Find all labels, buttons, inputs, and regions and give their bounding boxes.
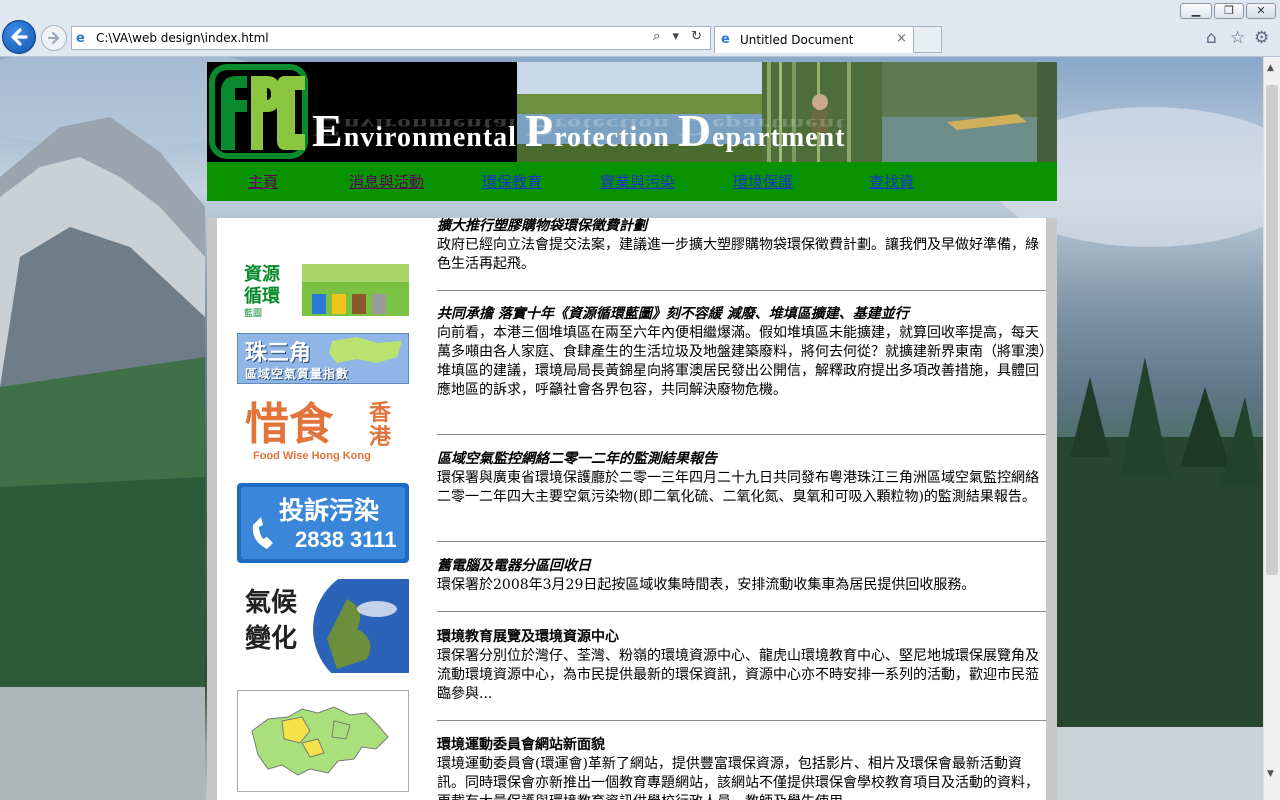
reflect-word-2: rotection xyxy=(554,115,678,133)
browser-chrome: ▁ ❐ ✕ e C:\VA\web design\index.html ⌕ ▾ … xyxy=(0,0,1280,57)
foodwise-en: Food Wise Hong Kong xyxy=(253,450,371,462)
site-banner: Environmental Protection Department Envi… xyxy=(207,62,1057,162)
divider xyxy=(437,541,1046,542)
recycle-sub: 藍圖 xyxy=(244,309,263,318)
foodwise-cn2: 香港 xyxy=(369,401,392,450)
complaint-phone: 2838 3111 xyxy=(295,527,397,552)
divider xyxy=(437,290,1046,291)
news-item: 環境教育展覽及環境資源中心 環保署分別位於灣仔、荃灣、粉嶺的環境資源中心、龍虎山… xyxy=(437,629,1046,704)
sidebar-banner-complaint-hotline[interactable]: 投訴污染 2838 3111 xyxy=(237,483,409,563)
gear-icon[interactable]: ⚙ xyxy=(1254,28,1269,48)
ie-page-icon: e xyxy=(76,31,85,46)
foodwise-cn: 惜食 xyxy=(245,400,333,450)
back-button[interactable] xyxy=(2,20,36,54)
news-body: 向前看，本港三個堆填區在兩至六年內便相繼爆滿。假如堆填區未能擴建，就算回收率提高… xyxy=(437,325,1046,398)
news-item: 擴大推行塑膠購物袋環保徵費計劃 政府已經向立法會提交法案，建議進一步擴大塑膠購物… xyxy=(437,218,1046,274)
favorites-star-icon[interactable]: ☆ xyxy=(1230,28,1245,48)
news-body: 環境運動委員會(環運會)革新了網站，提供豐富環保資源，包括影片、相片及環保會最新… xyxy=(437,756,1039,800)
reflect-letter-p: P xyxy=(524,113,555,142)
nav-news-events[interactable]: 消息與活動 xyxy=(349,171,424,192)
nav-search[interactable]: 查找資 xyxy=(869,171,914,192)
news-item: 環境運動委員會網站新面貌 環境運動委員會(環運會)革新了網站，提供豐富環保資源，… xyxy=(437,737,1046,800)
scroll-thumb[interactable] xyxy=(1266,85,1278,575)
banner-title-reflection: Environmental Protection Department xyxy=(312,113,846,142)
complaint-text: 投訴污染 xyxy=(279,496,380,525)
news-body: 環保署於2008年3月29日起按區域收集時間表，安排流動收集車為居民提供回收服務… xyxy=(437,577,976,593)
news-title[interactable]: 環境運動委員會網站新面貌 xyxy=(437,737,1046,754)
back-arrow-icon xyxy=(11,28,28,46)
forward-arrow-icon xyxy=(48,32,59,44)
minimize-button[interactable]: ▁ xyxy=(1180,3,1212,19)
news-body: 政府已經向立法會提交法案，建議進一步擴大塑膠購物袋環保徵費計劃。讓我們及早做好準… xyxy=(437,237,1039,272)
forward-button[interactable] xyxy=(41,25,67,51)
nav-home[interactable]: 主頁 xyxy=(248,171,278,192)
tab-close-icon[interactable]: × xyxy=(896,31,907,46)
scroll-down-icon[interactable]: ▼ xyxy=(1267,769,1274,779)
news-body: 環保署與廣東省環境保護廳於二零一三年四月二十九日共同發布粵港珠江三角洲區域空氣監… xyxy=(437,470,1039,505)
address-url[interactable]: C:\VA\web design\index.html xyxy=(96,31,269,45)
sidebar-banner-prd-air-index[interactable]: 珠三角 區域空氣質量指數 xyxy=(237,333,409,384)
address-tools[interactable]: ⌕ ▾ ↻ xyxy=(653,29,706,44)
browser-tab[interactable]: e Untitled Document × xyxy=(714,26,914,53)
reflect-letter-d: D xyxy=(677,113,713,142)
content-panel: 資源 循環 藍圖 珠三角 區域空氣質量指數 惜食 香港 Food Wise Ho… xyxy=(217,218,1046,800)
news-title[interactable]: 區域空氣監控網絡二零一二年的監測結果報告 xyxy=(437,451,1046,468)
sidebar-banner-climate-change[interactable]: 氣候 變化 xyxy=(237,579,409,673)
nav-education[interactable]: 環保教育 xyxy=(482,171,542,192)
prd-text: 珠三角 xyxy=(245,341,312,366)
news-title[interactable]: 環境教育展覽及環境資源中心 xyxy=(437,629,1046,646)
close-window-button[interactable]: ✕ xyxy=(1246,3,1276,19)
news-item: 共同承擔 落實十年《資源循環藍圖》刻不容緩 減廢、堆填區擴建、基建並行 向前看，… xyxy=(437,306,1046,400)
news-title[interactable]: 共同承擔 落實十年《資源循環藍圖》刻不容緩 減廢、堆填區擴建、基建並行 xyxy=(437,306,1046,323)
sidebar-banner-resource-blueprint[interactable]: 資源 循環 藍圖 xyxy=(242,262,412,318)
news-body: 環保署分別位於灣仔、荃灣、粉嶺的環境資源中心、龍虎山環境教育中心、堅尼地城環保展… xyxy=(437,648,1039,702)
home-icon[interactable]: ⌂ xyxy=(1206,28,1217,48)
divider xyxy=(437,720,1046,721)
epd-logo xyxy=(209,64,308,159)
nav-environment-protection[interactable]: 環境保護 xyxy=(733,171,793,192)
news-title[interactable]: 舊電腦及電器分區回收日 xyxy=(437,558,1046,575)
reflect-word-1: nvironmental xyxy=(343,115,525,133)
news-title[interactable]: 擴大推行塑膠購物袋環保徵費計劃 xyxy=(437,218,1046,235)
new-tab-button[interactable] xyxy=(914,26,942,53)
recycle-text: 資源 循環 xyxy=(244,264,280,307)
vertical-scrollbar[interactable]: ▲ ▼ xyxy=(1263,57,1280,800)
reflect-letter-e: E xyxy=(312,113,344,142)
restore-button[interactable]: ❐ xyxy=(1214,3,1244,19)
scroll-up-icon[interactable]: ▲ xyxy=(1267,63,1274,73)
divider xyxy=(437,434,1046,435)
content-area: 資源 循環 藍圖 珠三角 區域空氣質量指數 惜食 香港 Food Wise Ho… xyxy=(207,218,1057,800)
sidebar-banner-food-wise[interactable]: 惜食 香港 Food Wise Hong Kong xyxy=(237,400,409,466)
climate-text: 氣候 變化 xyxy=(245,588,298,654)
prd-sub: 區域空氣質量指數 xyxy=(245,367,350,381)
tab-title: Untitled Document xyxy=(740,33,854,47)
divider xyxy=(437,611,1046,612)
news-item: 舊電腦及電器分區回收日 環保署於2008年3月29日起按區域收集時間表，安排流動… xyxy=(437,558,1046,595)
main-nav: 主頁 消息與活動 環保教育 實業與污染 環境保護 查找資 xyxy=(207,162,1057,201)
hong-kong-map-graphic xyxy=(238,691,408,791)
nav-industry-pollution[interactable]: 實業與污染 xyxy=(600,171,675,192)
news-item: 區域空氣監控網絡二零一二年的監測結果報告 環保署與廣東省環境保護廳於二零一三年四… xyxy=(437,451,1046,507)
sidebar-banner-map[interactable] xyxy=(237,690,409,792)
reflect-word-3: epartment xyxy=(712,115,846,133)
address-bar[interactable]: e C:\VA\web design\index.html ⌕ ▾ ↻ xyxy=(71,26,711,50)
tab-ie-icon: e xyxy=(721,32,730,47)
